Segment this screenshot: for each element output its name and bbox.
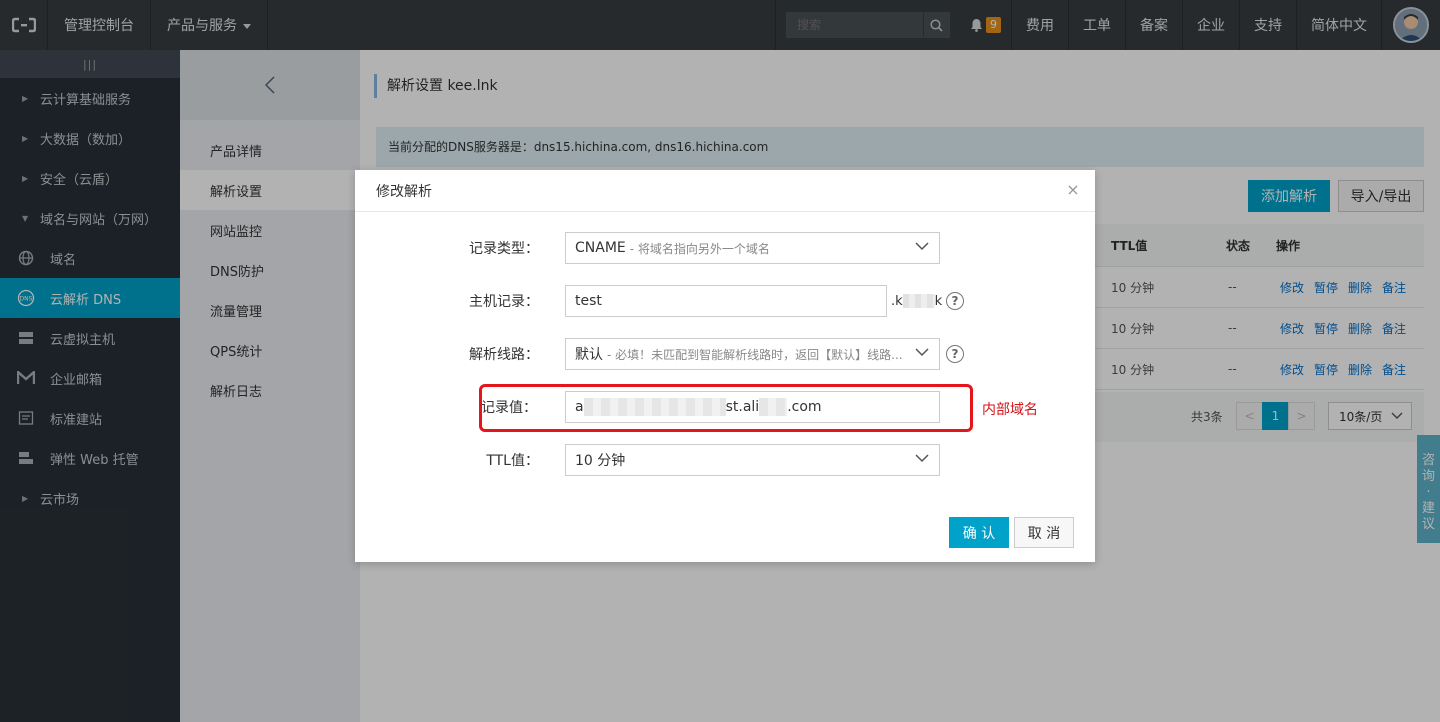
internal-domain-annotation: 内部域名 [982, 402, 1038, 418]
confirm-button[interactable]: 确 认 [949, 517, 1009, 548]
record-type-value: CNAME [575, 240, 626, 256]
highlight-box [479, 384, 973, 432]
host-record-label: 主机记录： [469, 294, 539, 310]
host-record-value: test [575, 293, 602, 309]
chevron-down-icon [915, 242, 929, 251]
close-icon[interactable]: × [1065, 182, 1081, 198]
record-type-select[interactable]: CNAME - 将域名指向另外一个域名 [565, 232, 940, 264]
ttl-select[interactable]: 10 分钟 [565, 444, 940, 476]
edit-record-modal: 修改解析 × 记录类型： CNAME - 将域名指向另外一个域名 主机记录： t… [355, 170, 1095, 562]
redacted-text [902, 294, 935, 308]
host-record-row: 主机记录： test .k k ? [355, 285, 1095, 317]
domain-suffix: .k k [891, 285, 942, 317]
domain-suffix-start: .k [891, 293, 903, 309]
help-icon[interactable]: ? [946, 292, 964, 310]
modal-title: 修改解析 [376, 183, 432, 200]
chevron-down-icon [915, 454, 929, 463]
help-icon[interactable]: ? [946, 345, 964, 363]
record-type-row: 记录类型： CNAME - 将域名指向另外一个域名 [355, 232, 1095, 264]
resolution-line-value: 默认 [575, 347, 603, 363]
resolution-line-select[interactable]: 默认 - 必填！未匹配到智能解析线路时，返回【默认】线路... [565, 338, 940, 370]
cancel-button[interactable]: 取 消 [1014, 517, 1074, 548]
chevron-down-icon [915, 348, 929, 357]
modal-header: 修改解析 × [355, 170, 1095, 212]
ttl-label: TTL值： [486, 453, 539, 469]
resolution-line-row: 解析线路： 默认 - 必填！未匹配到智能解析线路时，返回【默认】线路... ? [355, 338, 1095, 370]
resolution-line-label: 解析线路： [469, 347, 539, 363]
host-record-input[interactable]: test [565, 285, 887, 317]
ttl-row: TTL值： 10 分钟 [355, 444, 1095, 476]
domain-suffix-end: k [934, 293, 943, 309]
ttl-value: 10 分钟 [575, 453, 626, 469]
record-type-label: 记录类型： [469, 241, 539, 257]
record-type-desc: - 将域名指向另外一个域名 [629, 241, 770, 256]
resolution-line-desc: - 必填！未匹配到智能解析线路时，返回【默认】线路... [607, 347, 903, 362]
